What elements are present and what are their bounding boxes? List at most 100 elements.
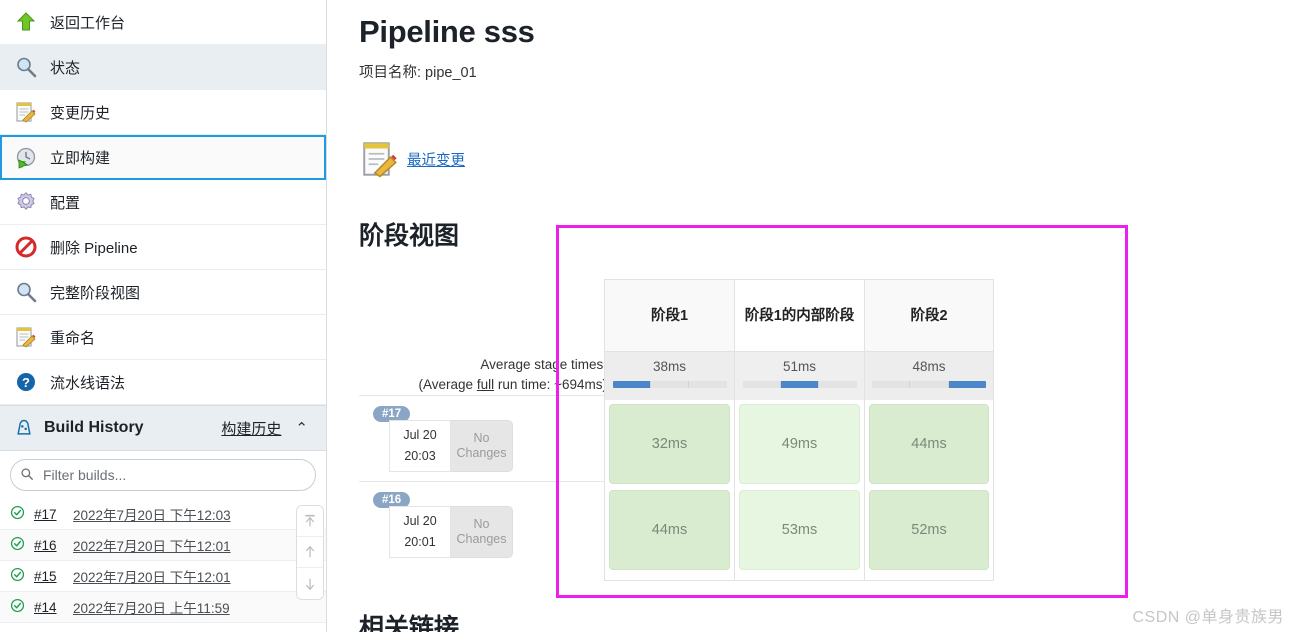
recent-changes-row: 最近变更 — [359, 138, 1294, 180]
bar-segment — [780, 381, 820, 388]
related-links-heading: 相关链接 — [359, 614, 460, 632]
build-date-link[interactable]: 2022年7月20日 下午12:03 — [73, 504, 231, 524]
sidebar-item-back-to-dashboard[interactable]: 返回工作台 — [0, 0, 326, 45]
stage-average-bar — [612, 381, 727, 388]
build-date-box[interactable]: Jul 20 20:01 — [389, 506, 451, 558]
success-status-icon — [10, 536, 25, 554]
stage-view-table: 阶段1 38ms 32ms 44ms 阶段1的内部阶段 51ms 49ms 53ms 阶段2 48… — [604, 279, 994, 581]
stage-average: 51ms — [735, 352, 864, 400]
sidebar-item-label: 重命名 — [50, 329, 96, 347]
stage-cell[interactable]: 52ms — [869, 490, 989, 570]
svg-text:?: ? — [22, 375, 30, 390]
bar-segment — [872, 381, 911, 388]
sidebar-item-status[interactable]: 状态 — [0, 45, 326, 90]
chevron-up-icon[interactable]: ⌃ — [291, 419, 312, 437]
stage-cells: 32ms 44ms — [605, 400, 734, 580]
build-date-box[interactable]: Jul 20 20:03 — [389, 420, 451, 472]
up-arrow-icon — [14, 10, 38, 34]
success-status-icon — [10, 567, 25, 585]
stage-column: 阶段1的内部阶段 51ms 49ms 53ms — [734, 279, 864, 581]
bar-segment — [651, 381, 690, 388]
build-number-link[interactable]: #15 — [34, 569, 64, 584]
stage-header: 阶段1的内部阶段 — [735, 280, 864, 352]
build-history-cn-link[interactable]: 构建历史 — [221, 418, 281, 439]
sidebar-item-build-now[interactable]: 立即构建 — [0, 135, 326, 180]
sidebar-item-label: 流水线语法 — [50, 374, 126, 392]
sidebar-item-label: 完整阶段视图 — [50, 284, 141, 302]
watermark: CSDN @单身贵族男 — [1132, 609, 1284, 626]
search-icon — [20, 467, 34, 486]
project-name: 项目名称: pipe_01 — [359, 65, 477, 81]
bar-segment — [612, 381, 651, 388]
stage-average-bar — [742, 381, 857, 388]
stage-cells: 49ms 53ms — [735, 400, 864, 580]
sidebar-item-label: 立即构建 — [50, 150, 111, 167]
recent-changes-link[interactable]: 最近变更 — [407, 149, 465, 170]
build-number-link[interactable]: #14 — [34, 600, 64, 615]
build-info-box: Jul 20 20:01 No Changes — [389, 506, 513, 558]
filter-builds-input[interactable] — [10, 459, 316, 491]
sidebar-item-change-history[interactable]: 变更历史 — [0, 90, 326, 135]
build-date-link[interactable]: 2022年7月20日 下午12:01 — [73, 566, 231, 586]
scroll-up-icon[interactable] — [297, 537, 323, 568]
build-clock-icon — [14, 146, 38, 170]
stage-average-value: 51ms — [782, 359, 816, 374]
stage-column: 阶段1 38ms 32ms 44ms — [604, 279, 734, 581]
stage-average-value: 38ms — [652, 359, 686, 374]
magnifier-icon — [14, 55, 38, 79]
build-number-link[interactable]: #17 — [34, 507, 64, 522]
build-history-row[interactable]: #16 2022年7月20日 下午12:01 — [0, 530, 326, 561]
build-history-list: #17 2022年7月20日 下午12:03 #16 2022年7月20日 下午12:… — [0, 499, 326, 623]
stage-header: 阶段2 — [865, 280, 993, 352]
sidebar-item-configure[interactable]: 配置 — [0, 180, 326, 225]
notepad-pencil-icon — [14, 100, 38, 124]
build-filter-container — [0, 451, 326, 499]
notepad-pencil-icon — [359, 138, 401, 180]
stage-cell[interactable]: 53ms — [739, 490, 860, 570]
sidebar-item-full-stage-view[interactable]: 完整阶段视图 — [0, 270, 326, 315]
stage-view-heading: 阶段视图 — [359, 222, 460, 250]
build-number-link[interactable]: #16 — [34, 538, 64, 553]
stage-cell[interactable]: 44ms — [609, 490, 730, 570]
build-date-link[interactable]: 2022年7月20日 下午12:01 — [73, 535, 231, 555]
stage-average-value: 48ms — [912, 359, 946, 374]
stage-cells: 44ms 52ms — [865, 400, 993, 580]
stage-average: 48ms — [865, 352, 993, 400]
bar-segment — [819, 381, 856, 388]
stage-cell[interactable]: 44ms — [869, 404, 989, 484]
sidebar-item-pipeline-syntax[interactable]: ? 流水线语法 — [0, 360, 326, 405]
stage-cell[interactable]: 49ms — [739, 404, 860, 484]
gear-icon — [14, 190, 38, 214]
notepad-pencil-icon — [14, 325, 38, 349]
build-history-title: Build History — [44, 419, 144, 436]
stage-header: 阶段1 — [605, 280, 734, 352]
build-changes-box[interactable]: No Changes — [451, 506, 513, 558]
build-changes-box[interactable]: No Changes — [451, 420, 513, 472]
stage-average: 38ms — [605, 352, 734, 400]
bar-segment — [689, 381, 726, 388]
stage-cell[interactable]: 32ms — [609, 404, 730, 484]
stage-average-bar — [872, 381, 986, 388]
main-content: Pipeline sss 项目名称: pipe_01 最近变更 阶段视图 Ave… — [327, 0, 1294, 632]
page-title: Pipeline sss — [359, 14, 535, 49]
scroll-to-top-icon[interactable] — [297, 506, 323, 537]
build-history-row[interactable]: #14 2022年7月20日 上午11:59 — [0, 592, 326, 623]
average-stage-times-label: Average stage times: (Average full run t… — [359, 355, 607, 395]
average-full-run-time: (Average full run time: ~694ms) — [418, 377, 607, 392]
success-status-icon — [10, 505, 25, 523]
sidebar-item-label: 状态 — [50, 59, 81, 77]
build-date-link[interactable]: 2022年7月20日 上午11:59 — [73, 597, 230, 617]
sidebar-item-label: 返回工作台 — [50, 14, 126, 32]
bar-segment — [948, 381, 986, 388]
build-history-row[interactable]: #15 2022年7月20日 下午12:01 — [0, 561, 326, 592]
bar-segment — [910, 381, 949, 388]
build-history-row[interactable]: #17 2022年7月20日 下午12:03 — [0, 499, 326, 530]
sidebar-item-rename[interactable]: 重命名 — [0, 315, 326, 360]
stage-view-build-row: #16 Jul 20 20:01 No Changes — [359, 481, 604, 567]
jenkins-pipeline-page: 返回工作台 状态 变更历史 立即构建 配置 删除 Pipeline 完整阶段视图… — [0, 0, 1294, 632]
stage-view-build-row: #17 Jul 20 20:03 No Changes — [359, 395, 604, 481]
bar-segment — [743, 381, 781, 388]
scroll-down-icon[interactable] — [297, 568, 323, 599]
average-stage-times-text: Average stage times: — [480, 357, 607, 372]
sidebar-item-delete-pipeline[interactable]: 删除 Pipeline — [0, 225, 326, 270]
